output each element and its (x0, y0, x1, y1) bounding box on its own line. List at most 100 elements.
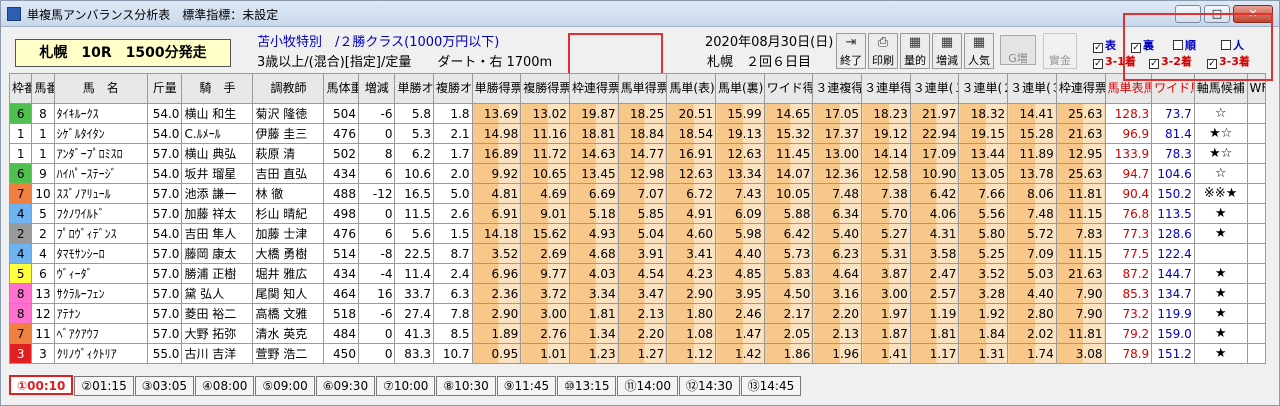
table-row[interactable]: 8 12 ｱﾃﾅﾝ 57.0 菱田 裕二 高橋 文雅 518 -6 27.4 7.8 2.90 3.0… (8, 303, 1267, 324)
tab-race-2[interactable]: ②01:15 (74, 376, 134, 396)
column-header[interactable]: ３連単得票率 (861, 73, 911, 104)
column-header[interactable]: 単勝得票率 (471, 73, 522, 104)
weight-cell: 57.0 (146, 203, 183, 224)
win-odds-cell: 10.6 (394, 163, 435, 184)
column-header[interactable]: ３連単(３着) (1007, 73, 1057, 104)
vote-rate-cell: 7.07 (617, 183, 668, 204)
column-header[interactable]: 単勝オッズ (394, 73, 435, 104)
checkbox-box[interactable] (1173, 40, 1183, 50)
vote-rate-cell: 22.94 (909, 123, 960, 144)
tab-race-11[interactable]: ⑪14:00 (617, 376, 679, 396)
wide-ratio-cell: 128.6 (1151, 223, 1195, 244)
column-header[interactable]: 複勝得票率 (520, 73, 570, 104)
checkbox-box[interactable]: ✓ (1149, 59, 1159, 69)
column-header[interactable]: 馬 名 (53, 73, 148, 104)
vote-rate-cell: 3.52 (958, 263, 1009, 284)
vote-rate-cell: 6.69 (568, 183, 619, 204)
table-row[interactable]: 4 5 ﾌｸﾉﾜｲﾙﾄﾞ 57.0 加藤 祥太 杉山 晴紀 498 0 11.5 2.6 6.91 9… (8, 203, 1267, 224)
toolbar-button-0[interactable]: ⇥ 終了 (836, 33, 866, 69)
checkbox-label: 裏 (1143, 39, 1154, 52)
column-header[interactable]: 軸馬候補 (1193, 73, 1248, 104)
checkbox-box[interactable] (1221, 40, 1231, 50)
tab-race-7[interactable]: ⑦10:00 (376, 376, 436, 396)
column-header[interactable]: ワイド馬連 (1151, 73, 1195, 104)
checkbox-6[interactable]: ✓ 3-3着 (1207, 53, 1250, 69)
table-row[interactable]: 8 13 ｻｸﾗﾙｰﾌｪﾝ 57.0 黛 弘人 尾関 知人 464 16 33.7 6.3 2.36… (8, 283, 1267, 304)
table-row[interactable]: 1 1 ｼｹﾞﾙﾀｲﾀﾝ 54.0 C.ﾙﾒｰﾙ 伊藤 圭三 476 0 5.3 2.1 14.98… (8, 123, 1267, 144)
tab-race-1[interactable]: ①00:10 (9, 375, 74, 395)
g-increase-button[interactable]: G増 (1000, 35, 1036, 65)
column-header[interactable]: 馬単(表) (666, 73, 716, 104)
checkbox-box[interactable]: ✓ (1131, 43, 1141, 53)
vote-rate-cell: 1.87 (861, 323, 911, 344)
checkbox-0[interactable]: ✓ 表 (1093, 37, 1116, 53)
vote-rate-cell: 11.15 (1055, 203, 1106, 224)
vote-rate-cell: 15.99 (715, 103, 765, 124)
toolbar-button-2[interactable]: ▦ 量的 (900, 33, 930, 69)
place-odds-cell: 1.8 (433, 103, 473, 124)
checkbox-4[interactable]: ✓ 3-1着 (1093, 53, 1136, 69)
tab-race-12[interactable]: ⑫14:30 (679, 376, 740, 396)
toolbar-button-3[interactable]: ▦ 増減 (932, 33, 962, 69)
column-header[interactable]: 馬単表馬単裏 (1104, 73, 1153, 104)
tab-race-6[interactable]: ⑥09:30 (315, 376, 376, 396)
minimize-button[interactable]: — (1175, 5, 1201, 23)
toolbar-button-1[interactable]: ⎙ 印刷 (868, 33, 898, 69)
payout-button[interactable]: 實金 (1043, 33, 1077, 69)
tab-race-3[interactable]: ③03:05 (134, 376, 195, 396)
tab-race-5[interactable]: ⑤09:00 (255, 376, 315, 396)
toolbar-button-4[interactable]: ▦ 人気 (964, 33, 994, 69)
table-row[interactable]: 6 8 ﾀｲｷﾙｰｸｽ 54.0 横山 和生 菊沢 隆徳 504 -6 5.8 1.8 13.69 1… (8, 103, 1267, 124)
checkbox-3[interactable]: 人 (1221, 37, 1244, 53)
checkbox-5[interactable]: ✓ 3-2着 (1149, 53, 1192, 69)
column-header[interactable]: 騎 手 (181, 73, 254, 104)
column-header[interactable]: 枠連得票率 (1055, 73, 1106, 104)
column-header[interactable]: 斤量 (146, 73, 183, 104)
tab-race-4[interactable]: ④08:00 (195, 376, 255, 396)
place-odds-cell: 8.7 (433, 243, 473, 264)
table-row[interactable]: 2 2 ﾌﾟﾛｳﾞｨﾃﾞﾝｽ 54.0 吉田 隼人 加藤 士津 476 6 5.6 1.5 14.1… (8, 223, 1267, 244)
column-header[interactable]: 複勝オッズ (433, 73, 473, 104)
tab-race-10[interactable]: ⑩13:15 (557, 376, 617, 396)
column-header[interactable]: 調教師 (252, 73, 325, 104)
exit-icon: ⇥ (845, 35, 857, 50)
table-row[interactable]: 6 9 ﾊｲﾊﾟｰｽﾃｰｼﾞ 54.0 坂井 瑠星 吉田 直弘 434 6 10.6 2.0 9.9… (8, 163, 1267, 184)
table-row[interactable]: 4 4 ﾀﾏﾓｻﾝｼｰﾛ 57.0 藤岡 康太 大橋 勇樹 514 -8 22.5 8.7 3.52… (8, 243, 1267, 264)
tab-race-9[interactable]: ⑨11:45 (496, 376, 557, 396)
horse-name-cell: ﾀﾏﾓｻﾝｼｰﾛ (53, 243, 148, 264)
column-header[interactable]: ３連単(２着) (958, 73, 1009, 104)
weight-diff-cell: 0 (357, 343, 396, 364)
checkbox-box[interactable]: ✓ (1207, 59, 1217, 69)
column-header[interactable]: WF (1246, 73, 1267, 104)
vote-rate-cell: 19.15 (958, 123, 1009, 144)
vote-rate-cell: 2.36 (471, 283, 522, 304)
close-button[interactable]: ✕ (1233, 5, 1273, 23)
table-row[interactable]: 3 3 ｸﾘﾉｳﾞｨｸﾄﾘｱ 55.0 古川 吉洋 萱野 浩二 450 0 83.3 10.7 0.… (8, 343, 1267, 364)
column-header[interactable]: 増減 (357, 73, 396, 104)
weight-diff-cell: -4 (357, 263, 396, 284)
column-header[interactable]: ワイド得票率 (763, 73, 814, 104)
wide-ratio-cell: 119.9 (1151, 303, 1195, 324)
tab-race-8[interactable]: ⑧10:30 (436, 376, 496, 396)
tab-race-13[interactable]: ⑬14:45 (740, 376, 802, 396)
checkbox-box[interactable]: ✓ (1093, 43, 1103, 53)
column-header[interactable]: 馬単(裏) (715, 73, 765, 104)
column-header[interactable]: 馬単得票率 (617, 73, 668, 104)
column-header[interactable]: 枠連得票率 (568, 73, 619, 104)
table-row[interactable]: 5 6 ｳﾞｨｰﾀﾞ 57.0 勝浦 正樹 堀井 雅広 434 -4 11.4 2.4 6.96 9.… (8, 263, 1267, 284)
vote-rate-cell: 3.34 (568, 283, 619, 304)
checkbox-1[interactable]: ✓ 裏 (1131, 37, 1154, 53)
table-row[interactable]: 7 10 ｽｽﾞﾉｱﾘｭｰﾙ 57.0 池添 謙一林 徹 488 -12 16.5 5.0 4.8… (8, 183, 1267, 204)
column-header[interactable]: 枠番 (8, 73, 33, 104)
wf-cell (1246, 203, 1267, 224)
checkbox-2[interactable]: 順 (1173, 37, 1196, 53)
table-row[interactable]: 7 11 ﾍﾞｱｸｱｳﾌ 57.0 大野 拓弥 清水 英克 484 0 41.3 8.5 1.89 2… (8, 323, 1267, 344)
column-header[interactable]: ３連単(１着) (909, 73, 960, 104)
body-weight-cell: 476 (323, 123, 359, 144)
table-row[interactable]: 1 1 ｱﾝﾀﾞｰﾌﾟﾛﾐｽﾛ 57.0 横山 典弘 萩原 清 502 8 6.2 1.7 16.8… (8, 143, 1267, 164)
column-header[interactable]: ３連複得票率 (812, 73, 863, 104)
checkbox-box[interactable]: ✓ (1093, 59, 1103, 69)
column-header[interactable]: 馬体重 (323, 73, 359, 104)
maximize-button[interactable]: □ (1204, 5, 1230, 23)
column-header[interactable]: 馬番 (31, 73, 55, 104)
